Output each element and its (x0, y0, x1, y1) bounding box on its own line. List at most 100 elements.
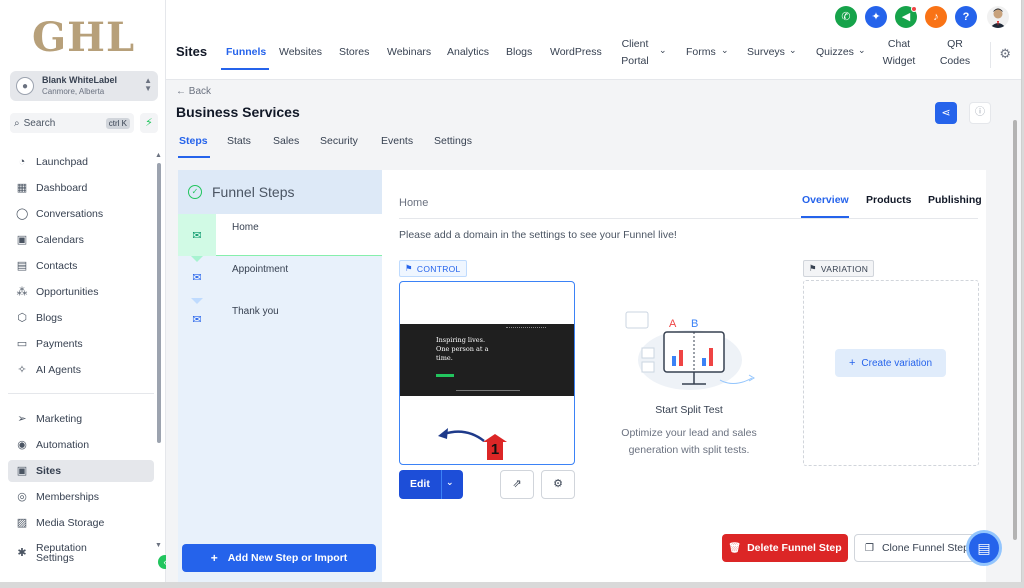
back-link[interactable]: ← Back (176, 86, 211, 97)
page-scrollbar[interactable] (1013, 120, 1017, 540)
delete-funnel-step-button[interactable]: 🗑 Delete Funnel Step (722, 534, 848, 562)
annotation-number: 1 (490, 441, 500, 458)
edit-button[interactable]: Edit ⌄ (399, 470, 463, 499)
gear-icon[interactable]: ⚙ (541, 470, 575, 499)
email-icon: ✉ (192, 313, 202, 326)
quick-actions-bolt-icon[interactable]: ⚡ (140, 113, 158, 133)
split-label-a: A (669, 318, 677, 330)
step-detail-panel: Home Overview Products Publishing Please… (382, 170, 986, 582)
tab-quizzes[interactable]: Quizzes (816, 44, 854, 61)
tab-funnels[interactable]: Funnels (226, 44, 266, 61)
tab-chat-widget[interactable]: Chat Widget (882, 36, 916, 70)
tab-overview[interactable]: Overview (802, 194, 849, 206)
create-variation-button[interactable]: + Create variation (835, 349, 946, 377)
share-icon[interactable]: ⋖ (935, 102, 957, 124)
sidebar-item-label: Opportunities (36, 286, 99, 298)
media-icon: ▨ (16, 517, 28, 529)
split-label-b: B (691, 318, 699, 330)
preview-hero: Inspiring lives. One person at a time. (400, 324, 574, 396)
chevron-down-icon[interactable]: ⌄ (721, 45, 729, 56)
magic-icon[interactable]: ✦ (865, 6, 887, 28)
sidebar-item-ai-agents[interactable]: ✧ AI Agents (8, 359, 154, 381)
account-switcher[interactable]: ● Blank WhiteLabel Canmore, Alberta ▲ ▼ (10, 71, 158, 101)
tab-blogs[interactable]: Blogs (506, 44, 532, 61)
sidebar-item-label: Calendars (36, 234, 84, 246)
sidebar-item-blogs[interactable]: ⬡ Blogs (8, 307, 154, 329)
help-icon[interactable]: ? (955, 6, 977, 28)
edit-split-divider (441, 470, 442, 499)
tab-products[interactable]: Products (866, 194, 912, 206)
tab-settings[interactable]: Settings (434, 135, 472, 147)
sidebar-scrollbar[interactable] (157, 163, 161, 443)
chevron-down-icon[interactable]: ⌄ (446, 477, 454, 488)
sidebar-item-conversations[interactable]: ◯ Conversations (8, 203, 154, 225)
tab-webinars[interactable]: Webinars (387, 44, 431, 61)
external-link-icon[interactable]: ⇗ (500, 470, 534, 499)
sidebar: GHL ● Blank WhiteLabel Canmore, Alberta … (0, 0, 172, 582)
tab-security[interactable]: Security (320, 135, 358, 147)
tab-analytics[interactable]: Analytics (447, 44, 489, 61)
tab-sales[interactable]: Sales (273, 135, 299, 147)
scroll-down-arrow-icon[interactable]: ▼ (155, 542, 162, 549)
tab-qr-codes[interactable]: QR Codes (938, 36, 972, 70)
sidebar-item-contacts[interactable]: ▤ Contacts (8, 255, 154, 277)
opportunities-icon: ⁂ (16, 286, 28, 298)
info-icon[interactable]: ⓘ (969, 102, 991, 124)
chevron-down-icon[interactable]: ⌄ (659, 45, 667, 56)
tab-stats[interactable]: Stats (227, 135, 251, 147)
tab-client-portal[interactable]: Client Portal (618, 36, 652, 70)
rocket-icon: ◔ (18, 156, 26, 168)
gear-icon[interactable]: ⚙ (999, 46, 1011, 62)
split-test-description: Optimize your lead and sales generation … (621, 427, 757, 456)
funnel-step-appointment[interactable]: ✉ Appointment (178, 256, 382, 298)
tab-stores[interactable]: Stores (339, 44, 369, 61)
sidebar-item-memberships[interactable]: ◎ Memberships (8, 486, 154, 508)
tab-steps[interactable]: Steps (179, 135, 208, 147)
clone-funnel-step-button[interactable]: ❐ Clone Funnel Step (854, 534, 980, 562)
chat-support-icon[interactable]: ▤ (966, 530, 1002, 566)
step-title: Home (399, 197, 429, 209)
add-new-step-button[interactable]: + Add New Step or Import (182, 544, 376, 572)
sidebar-item-label: AI Agents (36, 364, 81, 376)
sidebar-item-dashboard[interactable]: ▦ Dashboard (8, 177, 154, 199)
sidebar-item-sites[interactable]: ▣ Sites (8, 460, 154, 482)
tab-publishing[interactable]: Publishing (928, 194, 982, 206)
user-avatar[interactable] (987, 6, 1009, 28)
preview-footer-line (456, 390, 520, 391)
tab-wordpress[interactable]: WordPress (550, 44, 602, 61)
sidebar-item-reputation-settings[interactable]: ✱ Reputation Settings (8, 542, 128, 564)
flag-icon: ⚑ (405, 263, 413, 273)
avatar-person-icon (990, 8, 1006, 28)
scroll-up-arrow-icon[interactable]: ▲ (155, 152, 162, 159)
control-tag: ⚑ CONTROL (399, 260, 467, 277)
sidebar-item-marketing[interactable]: ➢ Marketing (8, 408, 154, 430)
funnel-step-home[interactable]: ✉ Home (178, 214, 382, 256)
chevron-down-icon[interactable]: ⌄ (789, 45, 797, 56)
section-title: Sites (176, 44, 208, 59)
phone-icon[interactable]: ✆ (835, 6, 857, 28)
trash-icon: 🗑 (728, 542, 742, 554)
check-circle-icon: ✓ (188, 185, 202, 199)
sidebar-item-media-storage[interactable]: ▨ Media Storage (8, 512, 154, 534)
chevron-down-icon[interactable]: ⌄ (858, 45, 866, 56)
search-shortcut: ctrl K (105, 117, 130, 129)
sidebar-item-label: Contacts (36, 260, 78, 272)
tab-websites[interactable]: Websites (279, 44, 322, 61)
tab-events[interactable]: Events (381, 135, 413, 147)
sidebar-item-calendars[interactable]: ▣ Calendars (8, 229, 154, 251)
split-test-illustration (625, 311, 755, 390)
sidebar-item-automation[interactable]: ◉ Automation (8, 434, 154, 456)
memberships-icon: ◎ (17, 491, 27, 503)
preview-cta (436, 374, 454, 377)
sidebar-item-launchpad[interactable]: ◔ Launchpad (8, 151, 154, 173)
bell-icon[interactable]: ♪ (925, 6, 947, 28)
contacts-icon: ▤ (16, 260, 28, 272)
sidebar-item-payments[interactable]: ▭ Payments (8, 333, 154, 355)
tab-forms[interactable]: Forms (686, 44, 716, 61)
app-logo: GHL (32, 14, 136, 61)
sidebar-item-opportunities[interactable]: ⁂ Opportunities (8, 281, 154, 303)
funnel-step-thank-you[interactable]: ✉ Thank you (178, 298, 382, 340)
search-input[interactable]: ⌕ Search ctrl K (10, 113, 134, 133)
account-name: Blank WhiteLabel (42, 75, 118, 85)
tab-surveys[interactable]: Surveys (747, 44, 785, 61)
